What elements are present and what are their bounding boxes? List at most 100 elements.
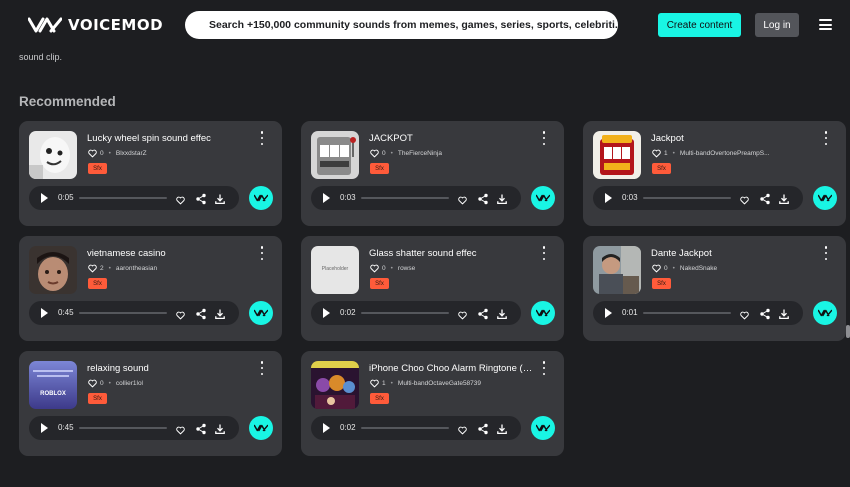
- play-icon[interactable]: [323, 423, 330, 433]
- sound-card[interactable]: iPhone Choo Choo Alarm Ringtone (A... 1 • M…: [301, 351, 564, 456]
- more-vertical-icon[interactable]: [259, 361, 265, 375]
- sound-card[interactable]: JACKPOT 0 • TheFierceNinja Sfx 0:03: [301, 121, 564, 226]
- author-name[interactable]: TheFierceNinja: [398, 150, 442, 157]
- author-name[interactable]: Multi-bandOvertonePreampS...: [680, 150, 770, 157]
- download-icon[interactable]: [778, 307, 790, 320]
- play-icon[interactable]: [323, 308, 330, 318]
- login-button[interactable]: Log in: [755, 13, 799, 37]
- voicemod-button-icon[interactable]: [531, 416, 555, 440]
- share-icon[interactable]: [759, 192, 771, 205]
- author-name[interactable]: BlxxdstarZ: [116, 150, 147, 157]
- download-icon[interactable]: [214, 422, 226, 435]
- sound-thumbnail[interactable]: [593, 131, 641, 179]
- hamburger-menu-icon[interactable]: [819, 19, 832, 30]
- play-icon[interactable]: [41, 193, 48, 203]
- sound-card[interactable]: Dante Jackpot 0 • NakedSnake Sfx 0:01: [583, 236, 846, 341]
- sound-thumbnail[interactable]: ROBLOX: [29, 361, 77, 409]
- download-icon[interactable]: [496, 307, 508, 320]
- seek-bar[interactable]: [361, 197, 449, 199]
- search-input[interactable]: Search +150,000 community sounds from me…: [209, 19, 618, 31]
- heart-outline-icon[interactable]: [740, 307, 752, 320]
- sound-thumbnail[interactable]: [29, 246, 77, 294]
- sound-card[interactable]: Placeholder Glass shatter sound effec 0 • ro…: [301, 236, 564, 341]
- more-vertical-icon[interactable]: [541, 131, 547, 145]
- sound-card[interactable]: Jackpot 1 • Multi-bandOvertonePreampS... Sfx…: [583, 121, 846, 226]
- heart-outline-icon[interactable]: [176, 192, 188, 205]
- more-vertical-icon[interactable]: [823, 246, 829, 260]
- author-name[interactable]: NakedSnake: [680, 265, 717, 272]
- seek-bar[interactable]: [643, 197, 731, 199]
- sound-title[interactable]: Dante Jackpot: [651, 248, 816, 259]
- voicemod-button-icon[interactable]: [531, 186, 555, 210]
- download-icon[interactable]: [778, 192, 790, 205]
- share-icon[interactable]: [477, 422, 489, 435]
- sound-title[interactable]: Jackpot: [651, 133, 816, 144]
- sound-title[interactable]: JACKPOT: [369, 133, 534, 144]
- more-vertical-icon[interactable]: [259, 131, 265, 145]
- voicemod-button-icon[interactable]: [249, 416, 273, 440]
- seek-bar[interactable]: [79, 312, 167, 314]
- scrollbar-thumb[interactable]: [846, 325, 850, 338]
- author-name[interactable]: rowse: [398, 265, 415, 272]
- play-icon[interactable]: [605, 193, 612, 203]
- more-vertical-icon[interactable]: [823, 131, 829, 145]
- sound-card[interactable]: ROBLOX relaxing sound 0 • collier1lol Sfx 0:45: [19, 351, 282, 456]
- download-icon[interactable]: [496, 422, 508, 435]
- heart-outline-icon[interactable]: [458, 422, 470, 435]
- more-vertical-icon[interactable]: [259, 246, 265, 260]
- author-name[interactable]: collier1lol: [116, 380, 143, 387]
- play-icon[interactable]: [41, 308, 48, 318]
- more-vertical-icon[interactable]: [541, 246, 547, 260]
- share-icon[interactable]: [477, 307, 489, 320]
- share-icon[interactable]: [195, 307, 207, 320]
- play-icon[interactable]: [605, 308, 612, 318]
- play-icon[interactable]: [41, 423, 48, 433]
- sound-title[interactable]: relaxing sound: [87, 363, 252, 374]
- heart-outline-icon[interactable]: [458, 192, 470, 205]
- sound-title[interactable]: vietnamese casino: [87, 248, 252, 259]
- category-tag[interactable]: Sfx: [370, 393, 389, 404]
- voicemod-button-icon[interactable]: [813, 186, 837, 210]
- seek-bar[interactable]: [79, 427, 167, 429]
- sound-thumbnail[interactable]: [311, 131, 359, 179]
- sound-thumbnail[interactable]: [311, 361, 359, 409]
- sound-title[interactable]: Lucky wheel spin sound effec: [87, 133, 252, 144]
- share-icon[interactable]: [477, 192, 489, 205]
- author-name[interactable]: aarontheasian: [116, 265, 157, 272]
- share-icon[interactable]: [759, 307, 771, 320]
- category-tag[interactable]: Sfx: [652, 163, 671, 174]
- seek-bar[interactable]: [79, 197, 167, 199]
- heart-outline-icon[interactable]: [458, 307, 470, 320]
- seek-bar[interactable]: [361, 427, 449, 429]
- voicemod-button-icon[interactable]: [249, 301, 273, 325]
- create-content-button[interactable]: Create content: [658, 13, 741, 37]
- share-icon[interactable]: [195, 422, 207, 435]
- sound-card[interactable]: Lucky wheel spin sound effec 0 • BlxxdstarZ…: [19, 121, 282, 226]
- sound-thumbnail[interactable]: [593, 246, 641, 294]
- category-tag[interactable]: Sfx: [652, 278, 671, 289]
- sound-thumbnail[interactable]: Placeholder: [311, 246, 359, 294]
- download-icon[interactable]: [214, 192, 226, 205]
- sound-title[interactable]: Glass shatter sound effec: [369, 248, 534, 259]
- sound-card[interactable]: vietnamese casino 2 • aarontheasian Sfx 0:45: [19, 236, 282, 341]
- category-tag[interactable]: Sfx: [370, 163, 389, 174]
- voicemod-button-icon[interactable]: [249, 186, 273, 210]
- download-icon[interactable]: [214, 307, 226, 320]
- author-name[interactable]: Multi-bandOctaveGate58739: [398, 380, 481, 387]
- play-icon[interactable]: [323, 193, 330, 203]
- voicemod-button-icon[interactable]: [531, 301, 555, 325]
- share-icon[interactable]: [195, 192, 207, 205]
- heart-outline-icon[interactable]: [740, 192, 752, 205]
- download-icon[interactable]: [496, 192, 508, 205]
- voicemod-logo[interactable]: VOICEMOD: [28, 14, 163, 36]
- category-tag[interactable]: Sfx: [88, 163, 107, 174]
- category-tag[interactable]: Sfx: [88, 278, 107, 289]
- category-tag[interactable]: Sfx: [370, 278, 389, 289]
- category-tag[interactable]: Sfx: [88, 393, 107, 404]
- sound-thumbnail[interactable]: [29, 131, 77, 179]
- sound-title[interactable]: iPhone Choo Choo Alarm Ringtone (A...: [369, 363, 534, 374]
- heart-outline-icon[interactable]: [176, 422, 188, 435]
- heart-outline-icon[interactable]: [176, 307, 188, 320]
- voicemod-button-icon[interactable]: [813, 301, 837, 325]
- search-bar[interactable]: Search +150,000 community sounds from me…: [185, 11, 618, 39]
